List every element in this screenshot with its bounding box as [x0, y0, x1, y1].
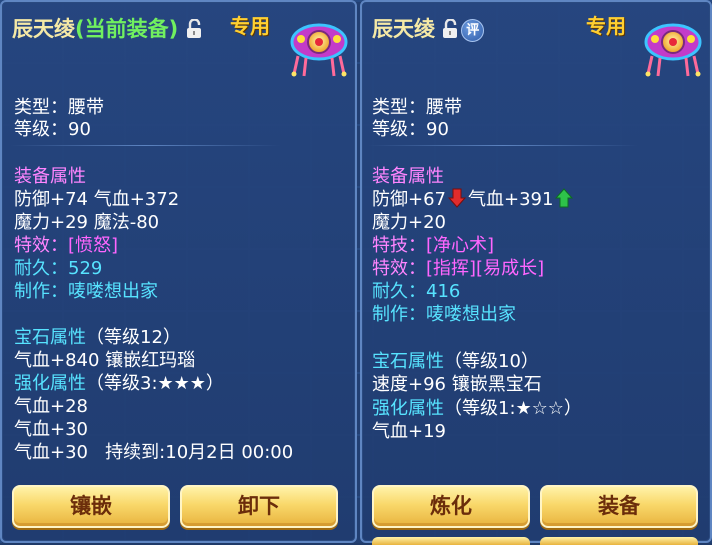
belt-ornament-icon — [644, 23, 702, 77]
effect-label: 特效： — [14, 235, 68, 256]
decrease-arrow-icon — [448, 188, 466, 208]
maker-line: 制作：唛喽想出家 — [372, 300, 516, 326]
skill-label: 特技： — [372, 235, 426, 256]
enhance-header: 强化属性 — [14, 373, 86, 394]
item-level: 等级：90 — [372, 119, 449, 140]
maker-label: 制作： — [14, 281, 68, 302]
belt-ornament-icon — [290, 23, 348, 77]
equip-button[interactable]: 装备 — [540, 485, 698, 528]
item-title: 辰天绫(当前装备) — [12, 13, 203, 43]
item-name: 辰天绫 — [372, 17, 435, 41]
increase-arrow-icon — [555, 188, 574, 208]
exclusive-badge: 专用 — [230, 14, 270, 38]
maker-label: 制作： — [372, 304, 426, 325]
gem-line: 速度+96 镶嵌黑宝石 — [372, 374, 542, 395]
enhance-line-duration: 气血+30 持续到:10月2日 00:00 — [14, 438, 293, 464]
enhance-level: （等级1:★☆☆） — [444, 398, 582, 419]
unlock-icon[interactable] — [442, 19, 459, 39]
inlay-button[interactable]: 镶嵌 — [12, 485, 170, 528]
maker-line: 制作：唛喽想出家 — [14, 277, 158, 303]
gem-header: 宝石属性 — [14, 327, 86, 348]
item-name: 辰天绫 — [12, 17, 75, 41]
compare-item-tooltip: 辰天绫 评 专用 类型：腰带 等级：90 装备属性 防御+67 气血+391 魔力… — [360, 0, 712, 545]
durability-label: 耐久： — [372, 281, 426, 302]
enhance-value: 气血+30 — [14, 442, 88, 463]
divider — [368, 145, 638, 146]
enhance-level: （等级3:★★★） — [86, 373, 224, 394]
item-level: 等级：90 — [14, 119, 91, 140]
current-equipped-tag: (当前装备) — [75, 17, 179, 41]
gem-header: 宝石属性 — [372, 351, 444, 372]
hidden-button-edge — [372, 537, 530, 545]
hidden-button-edge — [540, 537, 698, 545]
enhance-line: 气血+19 — [372, 421, 446, 442]
unequip-button[interactable]: 卸下 — [180, 485, 338, 528]
effect-label: 特效： — [372, 258, 426, 279]
hp-value: 气血+391 — [468, 189, 554, 210]
effect-value: [指挥][易成长] — [426, 258, 545, 279]
divider — [10, 145, 280, 146]
gem-level: （等级10） — [444, 351, 539, 372]
durability-value: 529 — [68, 258, 103, 279]
enhance-header: 强化属性 — [372, 398, 444, 419]
gem-level: （等级12） — [86, 327, 181, 348]
evaluate-icon[interactable]: 评 — [461, 19, 485, 42]
skill-value: [净心术] — [426, 235, 495, 256]
enhance-duration: 持续到:10月2日 00:00 — [105, 442, 294, 463]
current-equipment-tooltip: 辰天绫(当前装备) 专用 类型：腰带 等级：90 装备属性 防御+74 气血+3… — [0, 0, 357, 543]
effect-value: [愤怒] — [68, 235, 119, 256]
durability-label: 耐久： — [14, 258, 68, 279]
unlock-icon[interactable] — [186, 19, 203, 39]
refine-button[interactable]: 炼化 — [372, 485, 530, 528]
maker-value: 唛喽想出家 — [426, 304, 516, 325]
durability-value: 416 — [426, 281, 461, 302]
maker-value: 唛喽想出家 — [68, 281, 158, 302]
item-title: 辰天绫 评 — [372, 13, 485, 43]
exclusive-badge: 专用 — [586, 14, 626, 38]
defense-value: 防御+67 — [372, 189, 446, 210]
